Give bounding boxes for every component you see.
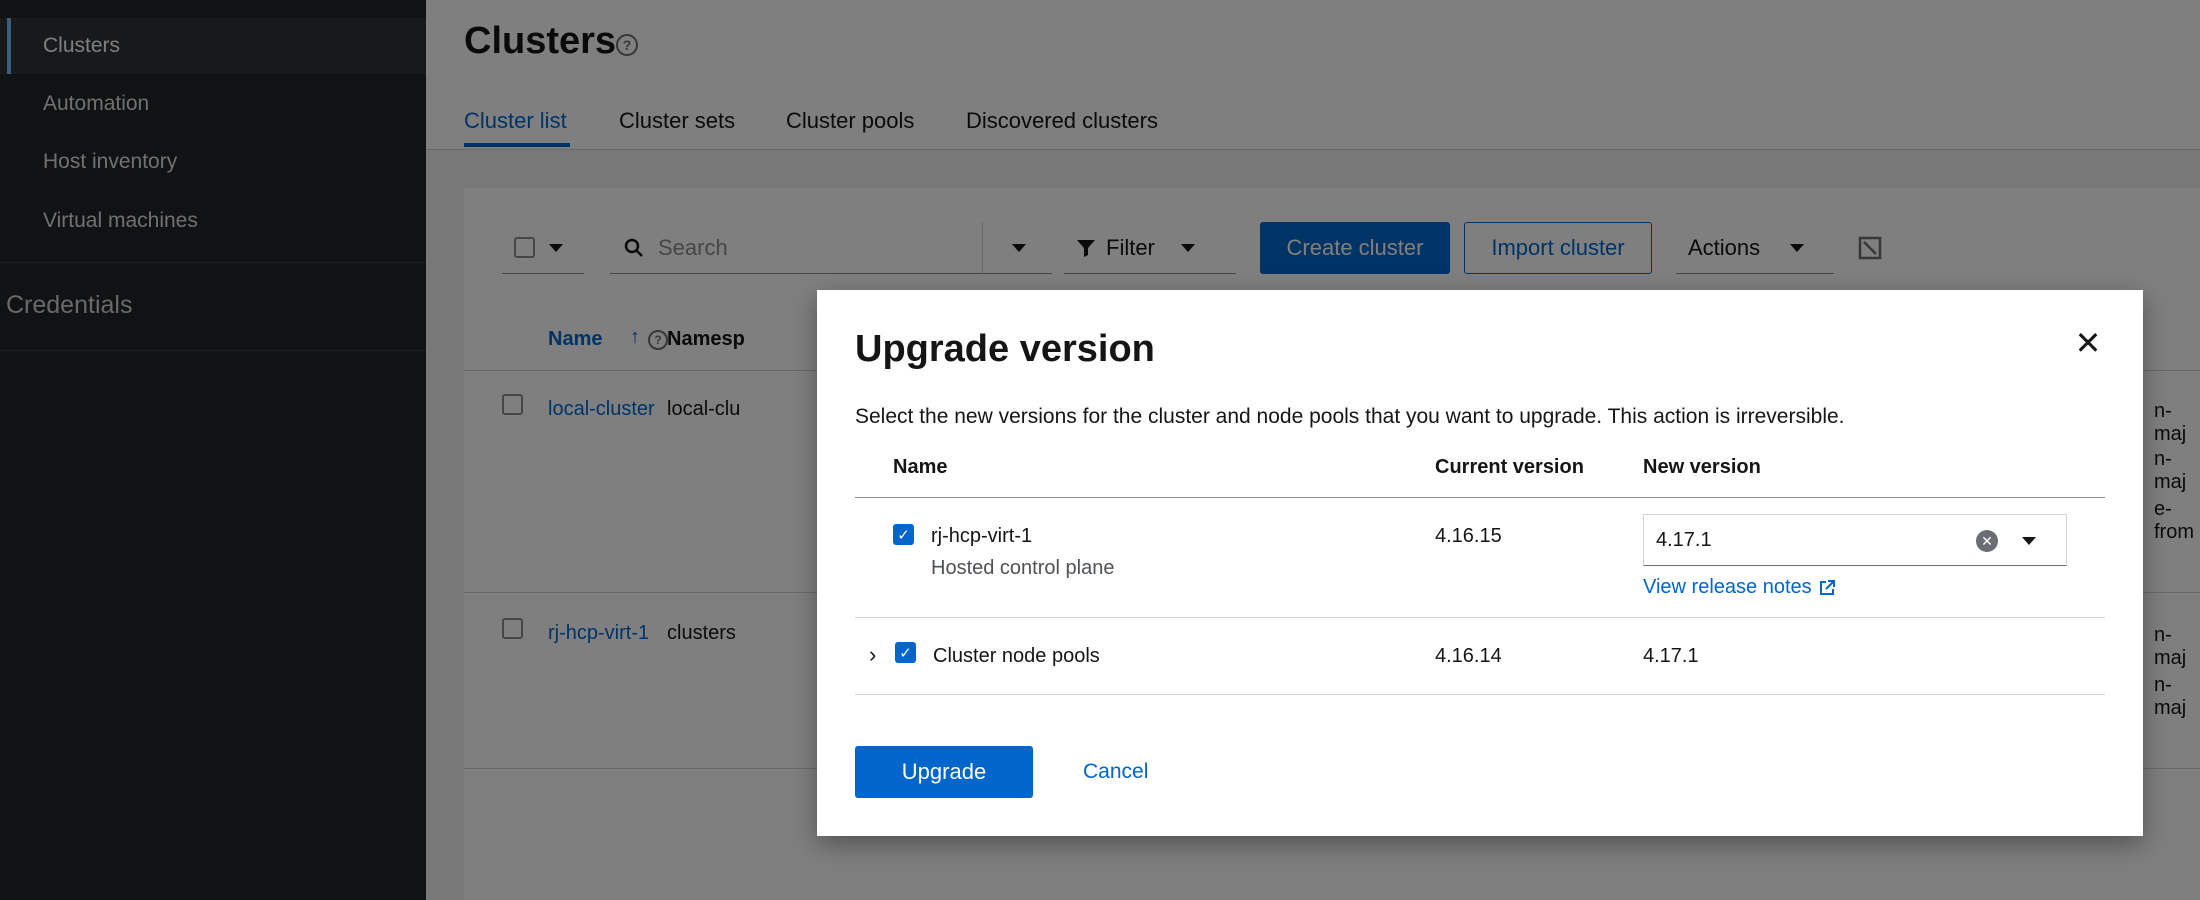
row-name: rj-hcp-virt-1 [931,525,1033,547]
cancel-button[interactable]: Cancel [1083,760,1148,784]
upgrade-version-modal: Upgrade version ✕ Select the new version… [817,290,2143,836]
column-header-new-version: New version [1643,456,1761,478]
close-icon[interactable]: ✕ [2073,325,2103,361]
current-version: 4.16.14 [1435,645,1502,667]
new-version-select[interactable]: 4.17.1 ✕ [1643,514,2067,566]
new-version-value: 4.17.1 [1656,528,1712,551]
new-version: 4.17.1 [1643,645,1699,667]
external-link-icon [1819,579,1835,595]
row-divider [855,617,2105,618]
modal-description: Select the new versions for the cluster … [855,405,1845,428]
chevron-down-icon[interactable] [2022,537,2036,545]
chevron-right-icon[interactable]: › [869,642,876,668]
clear-icon[interactable]: ✕ [1976,530,1998,552]
modal-title: Upgrade version [855,328,1155,370]
column-header-current-version: Current version [1435,456,1584,478]
upgrade-button[interactable]: Upgrade [855,746,1033,798]
view-release-notes-link[interactable]: View release notes [1643,576,1836,599]
row-checkbox-checked[interactable]: ✓ [893,524,914,545]
table-divider [855,497,2105,498]
release-notes-label: View release notes [1643,576,1812,598]
row-checkbox-checked[interactable]: ✓ [895,642,916,663]
row-subtitle: Hosted control plane [931,557,1115,579]
current-version: 4.16.15 [1435,525,1502,547]
row-name: Cluster node pools [933,645,1100,667]
column-header-name: Name [893,456,948,478]
row-divider [855,694,2105,695]
